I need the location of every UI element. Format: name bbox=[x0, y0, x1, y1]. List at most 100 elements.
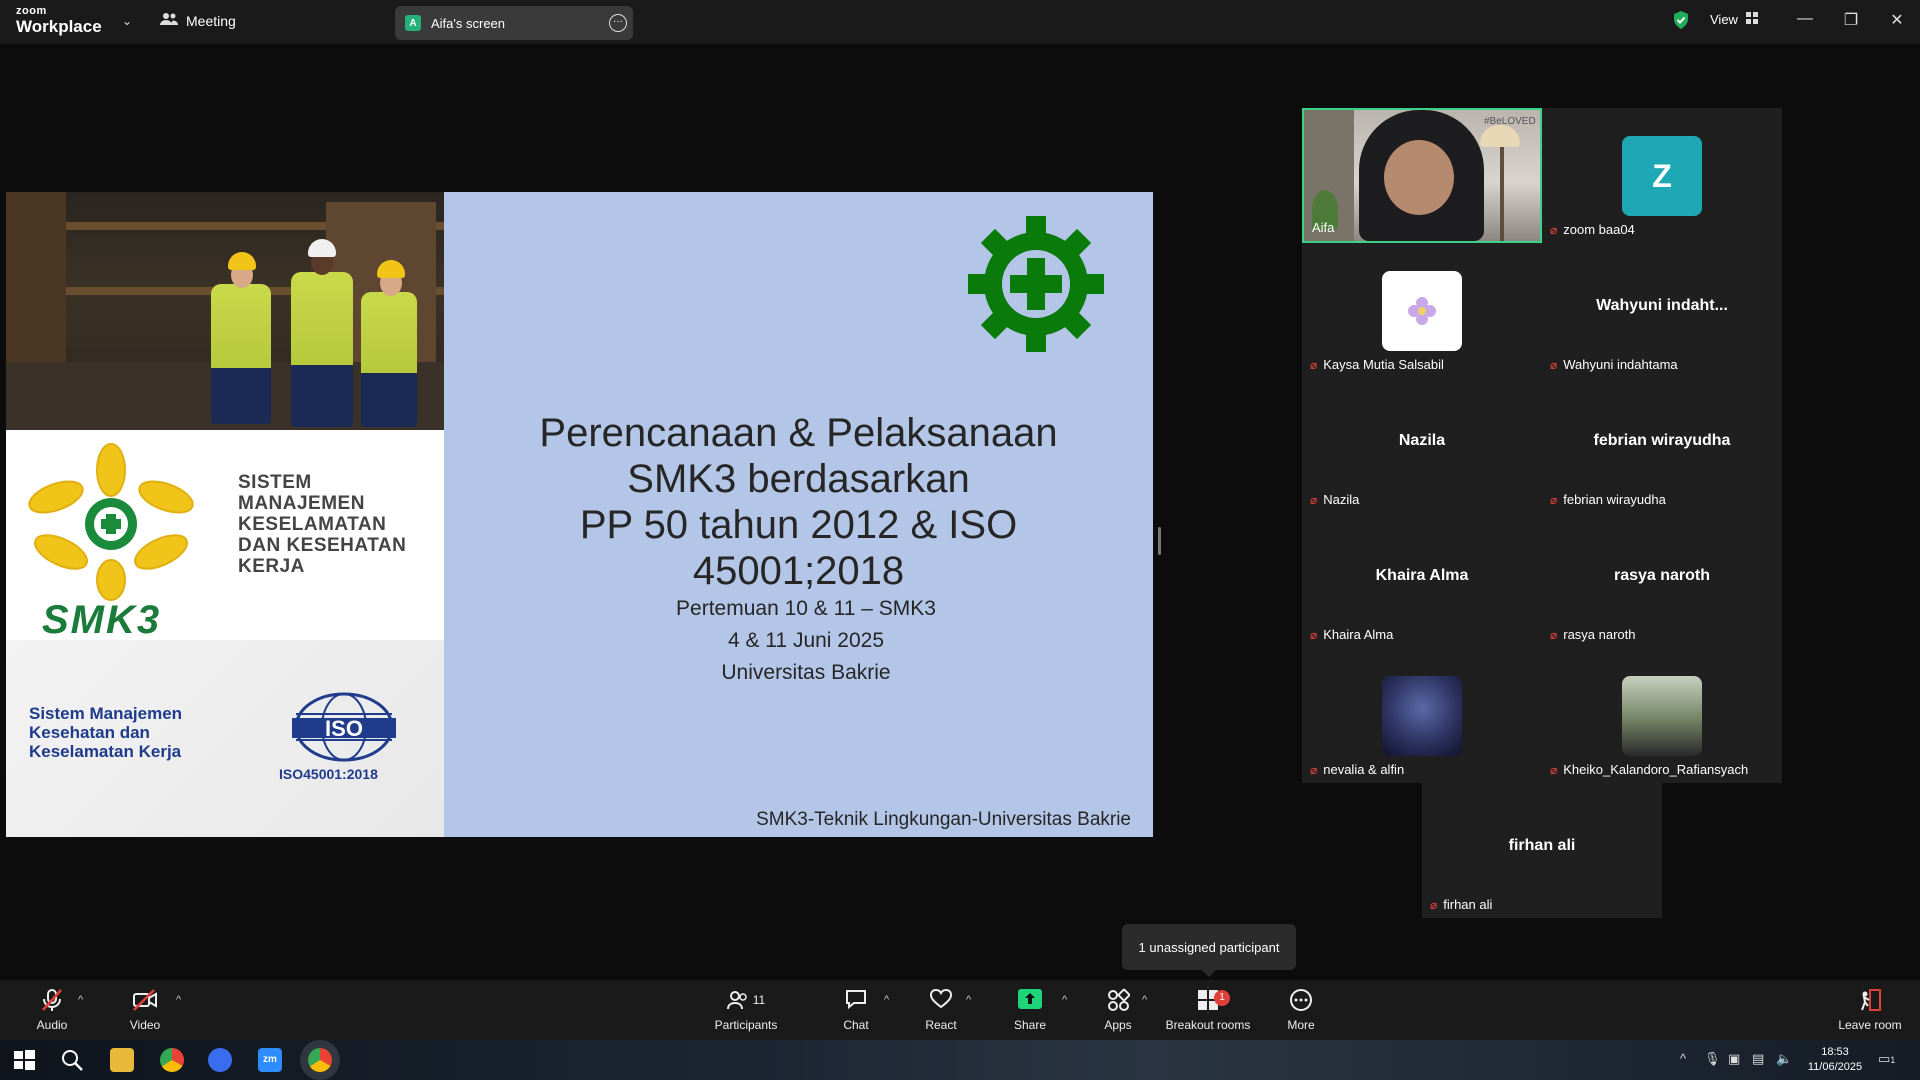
audio-options-caret[interactable]: ^ bbox=[78, 994, 83, 1006]
notification-icon[interactable]: ▭1 bbox=[1878, 1051, 1895, 1067]
mic-muted-icon: ⌀ bbox=[1550, 357, 1558, 372]
tray-chevron-icon[interactable]: ^ bbox=[1680, 1051, 1686, 1066]
apps-options-caret[interactable]: ^ bbox=[1142, 994, 1147, 1006]
chat-options-caret[interactable]: ^ bbox=[884, 994, 889, 1006]
react-options-caret[interactable]: ^ bbox=[966, 994, 971, 1006]
participant-tile[interactable]: firhan ali ⌀ firhan ali bbox=[1422, 783, 1662, 918]
participant-name: febrian wirayudha bbox=[1563, 492, 1666, 507]
smk3-caption-line: DAN KESEHATAN bbox=[238, 535, 407, 556]
chrome-active-icon[interactable] bbox=[308, 1048, 332, 1072]
participant-name-tag: ⌀ nevalia & alfin bbox=[1310, 762, 1404, 777]
workers-photo bbox=[6, 192, 444, 430]
participant-name: rasya naroth bbox=[1563, 627, 1636, 642]
participant-name-tag: ⌀ rasya naroth bbox=[1550, 627, 1636, 642]
windows-start-icon[interactable] bbox=[12, 1048, 36, 1072]
slide-footer: SMK3-Teknik Lingkungan-Universitas Bakri… bbox=[756, 809, 1131, 830]
split-resize-handle[interactable] bbox=[1158, 527, 1161, 555]
avatar: Z bbox=[1622, 136, 1702, 216]
more-options-icon[interactable]: ··· bbox=[609, 14, 627, 32]
file-explorer-icon[interactable] bbox=[110, 1048, 134, 1072]
photo-tag: #BeLOVED bbox=[1484, 116, 1536, 127]
leave-room-icon bbox=[1838, 988, 1902, 1012]
participant-display-name: febrian wirayudha bbox=[1593, 432, 1731, 449]
heart-react-icon bbox=[920, 988, 962, 1012]
windows-taskbar: zm ^ 🎙 ▣ ▤ 🔈 18:53 11/06/2025 ▭1 bbox=[0, 1040, 1920, 1080]
mic-muted-icon: ⌀ bbox=[1550, 222, 1558, 237]
zoom-logo[interactable]: zoom Workplace bbox=[16, 6, 102, 36]
audio-button[interactable]: Audio bbox=[30, 988, 74, 1032]
participant-name-tag: ⌀ Khaira Alma bbox=[1310, 627, 1393, 642]
participant-name: zoom baa04 bbox=[1563, 222, 1635, 237]
apps-button[interactable]: Apps bbox=[1100, 988, 1136, 1032]
participant-display-name: rasya naroth bbox=[1613, 567, 1711, 584]
tray-display-icon[interactable]: ▣ bbox=[1728, 1051, 1740, 1067]
share-options-caret[interactable]: ^ bbox=[1062, 994, 1067, 1006]
react-button[interactable]: React bbox=[920, 988, 962, 1032]
participant-display-name: Nazila bbox=[1398, 432, 1446, 449]
participant-tile[interactable]: Z ⌀ zoom baa04 bbox=[1542, 108, 1782, 243]
tray-mic-icon[interactable]: 🎙 bbox=[1704, 1051, 1721, 1067]
logo-workplace-text: Workplace bbox=[16, 17, 102, 36]
tray-volume-icon[interactable]: 🔈 bbox=[1776, 1051, 1792, 1067]
smk3-caption-line: SISTEM bbox=[238, 472, 312, 493]
participant-tile[interactable]: rasya naroth ⌀ rasya naroth bbox=[1542, 513, 1782, 648]
participants-icon: 11 bbox=[710, 988, 782, 1012]
chevron-down-icon[interactable]: ⌄ bbox=[122, 14, 132, 28]
encryption-shield-icon[interactable] bbox=[1672, 10, 1690, 35]
tray-network-icon[interactable]: ▤ bbox=[1752, 1051, 1764, 1067]
view-label: View bbox=[1710, 12, 1738, 27]
slide-title-line: SMK3 berdasarkan bbox=[627, 457, 970, 501]
app-icon[interactable] bbox=[208, 1048, 232, 1072]
breakout-rooms-button[interactable]: Breakout rooms bbox=[1164, 988, 1252, 1032]
participant-name-tag: ⌀ Wahyuni indahtama bbox=[1550, 357, 1678, 372]
smk3-caption-line: KERJA bbox=[238, 556, 305, 577]
clock-date: 11/06/2025 bbox=[1807, 1061, 1863, 1073]
zoom-app-icon[interactable]: zm bbox=[258, 1048, 282, 1072]
participant-tile[interactable]: febrian wirayudha ⌀ febrian wirayudha bbox=[1542, 378, 1782, 513]
participants-label: Participants bbox=[714, 1018, 778, 1032]
participant-tile[interactable]: Nazila ⌀ Nazila bbox=[1302, 378, 1542, 513]
iso-caption-line: Kesehatan dan bbox=[29, 723, 150, 742]
participant-tile[interactable]: ⌀ Kheiko_Kalandoro_Rafiansyach bbox=[1542, 648, 1782, 783]
avatar bbox=[1622, 676, 1702, 756]
meeting-menu[interactable]: Meeting bbox=[160, 12, 236, 29]
mic-muted-icon: ⌀ bbox=[1310, 492, 1318, 507]
audio-label: Audio bbox=[36, 1018, 68, 1032]
video-options-caret[interactable]: ^ bbox=[176, 994, 181, 1006]
participant-name: nevalia & alfin bbox=[1323, 762, 1405, 777]
avatar bbox=[1382, 271, 1462, 351]
participant-name-tag: ⌀ Kheiko_Kalandoro_Rafiansyach bbox=[1550, 762, 1748, 777]
participant-name-tag: ⌀ Nazila bbox=[1310, 492, 1359, 507]
participant-tile[interactable]: Wahyuni indaht... ⌀ Wahyuni indahtama bbox=[1542, 243, 1782, 378]
mic-muted-icon bbox=[30, 988, 74, 1012]
participant-tile[interactable]: ⌀ Kaysa Mutia Salsabil bbox=[1302, 243, 1542, 378]
smk3-caption: SISTEM MANAJEMEN KESELAMATAN DAN KESEHAT… bbox=[238, 472, 406, 577]
shared-screen-slide: SISTEM MANAJEMEN KESELAMATAN DAN KESEHAT… bbox=[6, 192, 1153, 837]
participant-tile[interactable]: ⌀ nevalia & alfin bbox=[1302, 648, 1542, 783]
participant-name: Khaira Alma bbox=[1323, 627, 1394, 642]
chrome-icon[interactable] bbox=[160, 1048, 184, 1072]
slide-subtitle-line: 4 & 11 Juni 2025 bbox=[727, 629, 885, 652]
participant-tile[interactable]: Khaira Alma ⌀ Khaira Alma bbox=[1302, 513, 1542, 648]
flower-avatar-icon bbox=[1408, 297, 1436, 325]
restore-icon[interactable]: ❐ bbox=[1836, 10, 1866, 30]
minimize-icon[interactable]: — bbox=[1790, 10, 1820, 28]
view-button[interactable]: View bbox=[1710, 12, 1758, 27]
leave-room-button[interactable]: Leave room bbox=[1838, 988, 1902, 1032]
taskbar-clock[interactable]: 18:53 11/06/2025 bbox=[1800, 1045, 1870, 1075]
notification-count: 1 bbox=[1890, 1055, 1896, 1065]
video-button[interactable]: Video bbox=[122, 988, 168, 1032]
share-button[interactable]: Share bbox=[1010, 988, 1050, 1032]
participant-tile[interactable]: #BeLOVED Aifa bbox=[1302, 108, 1542, 243]
mic-muted-icon: ⌀ bbox=[1550, 492, 1558, 507]
clock-time: 18:53 bbox=[1821, 1046, 1849, 1058]
search-icon[interactable] bbox=[60, 1048, 84, 1072]
chat-button[interactable]: Chat bbox=[836, 988, 876, 1032]
more-button[interactable]: More bbox=[1286, 988, 1316, 1032]
shared-screen-chip[interactable]: A Aifa's screen ··· bbox=[395, 6, 633, 40]
participant-name: Nazila bbox=[1323, 492, 1360, 507]
leave-room-label: Leave room bbox=[1838, 1018, 1902, 1032]
close-icon[interactable]: ✕ bbox=[1882, 10, 1912, 30]
participants-button[interactable]: 11 Participants bbox=[710, 988, 782, 1032]
slide-title-line: Perencanaan & Pelaksanaan bbox=[539, 411, 1058, 455]
